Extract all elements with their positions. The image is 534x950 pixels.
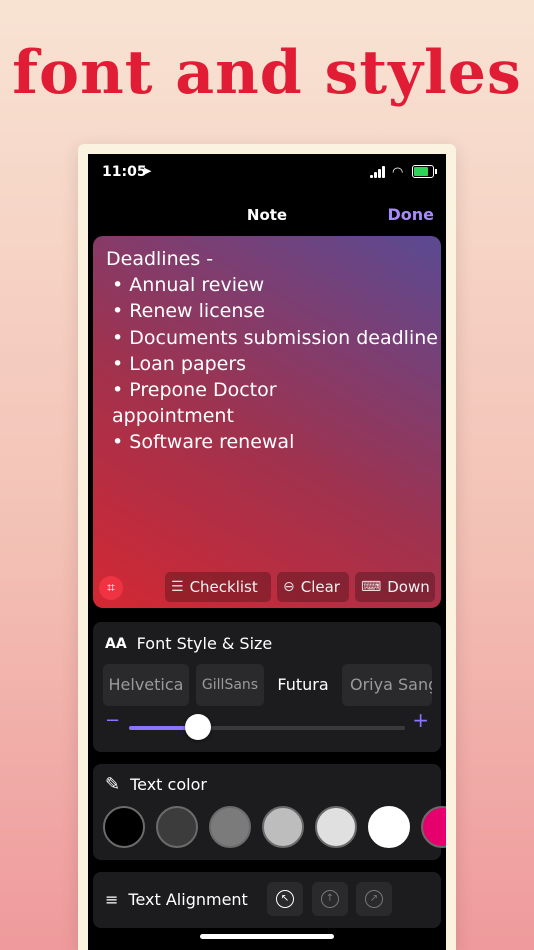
font-size-icon: AA bbox=[105, 635, 127, 652]
align-right-button[interactable]: ↗ bbox=[356, 882, 392, 916]
battery-icon bbox=[412, 165, 437, 178]
text-alignment-panel: ≡ Text Alignment ↖ ↑ ↗ bbox=[93, 872, 441, 928]
font-style-header: AA Font Style & Size bbox=[105, 634, 272, 653]
size-increase-icon[interactable]: + bbox=[412, 708, 429, 732]
text-alignment-title: Text Alignment bbox=[128, 890, 248, 909]
checklist-button[interactable]: ☰ Checklist bbox=[165, 572, 271, 602]
color-swatch[interactable] bbox=[156, 806, 198, 848]
color-swatch[interactable] bbox=[103, 806, 145, 848]
location-arrow-icon: ➤ bbox=[142, 164, 153, 178]
arrow-up-right-icon: ↗ bbox=[365, 890, 383, 908]
align-left-button[interactable]: ↖ bbox=[267, 882, 303, 916]
font-option-gillsans[interactable]: GillSans bbox=[196, 664, 264, 706]
color-swatch[interactable] bbox=[262, 806, 304, 848]
align-center-button[interactable]: ↑ bbox=[312, 882, 348, 916]
text-color-panel: ✎ Text color bbox=[93, 764, 446, 860]
done-button[interactable]: Done bbox=[387, 205, 434, 224]
note-line: • Software renewal bbox=[106, 431, 295, 454]
color-swatch[interactable] bbox=[368, 806, 410, 848]
promo-headline: font and styles bbox=[12, 38, 522, 108]
clear-label: Clear bbox=[300, 578, 340, 596]
note-text[interactable]: Deadlines - • Annual review • Renew lice… bbox=[106, 246, 438, 456]
note-line: • Annual review bbox=[106, 274, 265, 297]
scan-icon[interactable]: ⌗ bbox=[99, 576, 123, 600]
font-style-title: Font Style & Size bbox=[136, 634, 273, 653]
note-line: appointment bbox=[106, 405, 234, 428]
note-line: • Prepone Doctor bbox=[106, 379, 277, 402]
note-line: • Renew license bbox=[106, 300, 265, 323]
wifi-icon: ◠ bbox=[392, 165, 404, 180]
checklist-label: Checklist bbox=[189, 578, 258, 596]
pen-icon: ✎ bbox=[105, 774, 121, 795]
note-line: • Documents submission deadline bbox=[106, 326, 438, 349]
keyboard-icon: ⌨ bbox=[361, 579, 382, 595]
font-option-futura[interactable]: Futura bbox=[271, 664, 335, 706]
slider-thumb[interactable] bbox=[185, 714, 211, 740]
status-time: 11:05 bbox=[102, 164, 147, 180]
font-option-helvetica[interactable]: Helvetica bbox=[103, 664, 189, 706]
font-style-panel: AA Font Style & Size Helvetica GillSans … bbox=[93, 622, 441, 752]
arrow-up-left-icon: ↖ bbox=[276, 890, 294, 908]
color-swatch[interactable] bbox=[421, 806, 446, 848]
note-card[interactable]: Deadlines - • Annual review • Renew lice… bbox=[93, 236, 441, 608]
keyboard-down-button[interactable]: ⌨ Down bbox=[355, 572, 435, 602]
cellular-signal-icon bbox=[370, 166, 388, 178]
phone-screen: 11:05 ➤ ◠ Note Done Deadlines - • Annual… bbox=[88, 154, 446, 950]
size-decrease-icon[interactable]: − bbox=[105, 710, 120, 731]
font-size-slider[interactable] bbox=[129, 714, 405, 740]
clear-button[interactable]: ⊖ Clear bbox=[277, 572, 349, 602]
down-label: Down bbox=[387, 578, 430, 596]
align-lines-icon: ≡ bbox=[105, 890, 119, 909]
checklist-icon: ☰ bbox=[171, 579, 184, 595]
note-line: • Loan papers bbox=[106, 352, 247, 375]
color-swatch[interactable] bbox=[315, 806, 357, 848]
text-color-title: Text color bbox=[130, 775, 207, 794]
color-swatch[interactable] bbox=[209, 806, 251, 848]
status-bar: 11:05 ➤ ◠ bbox=[88, 154, 446, 190]
home-indicator bbox=[200, 934, 334, 939]
text-alignment-header: ≡ Text Alignment bbox=[105, 890, 248, 909]
text-color-header: ✎ Text color bbox=[105, 774, 207, 795]
arrow-up-icon: ↑ bbox=[321, 890, 339, 908]
font-option-oriya[interactable]: Oriya Sangam MN bbox=[342, 664, 432, 706]
minus-circle-icon: ⊖ bbox=[283, 579, 295, 595]
note-line: Deadlines - bbox=[106, 248, 214, 270]
